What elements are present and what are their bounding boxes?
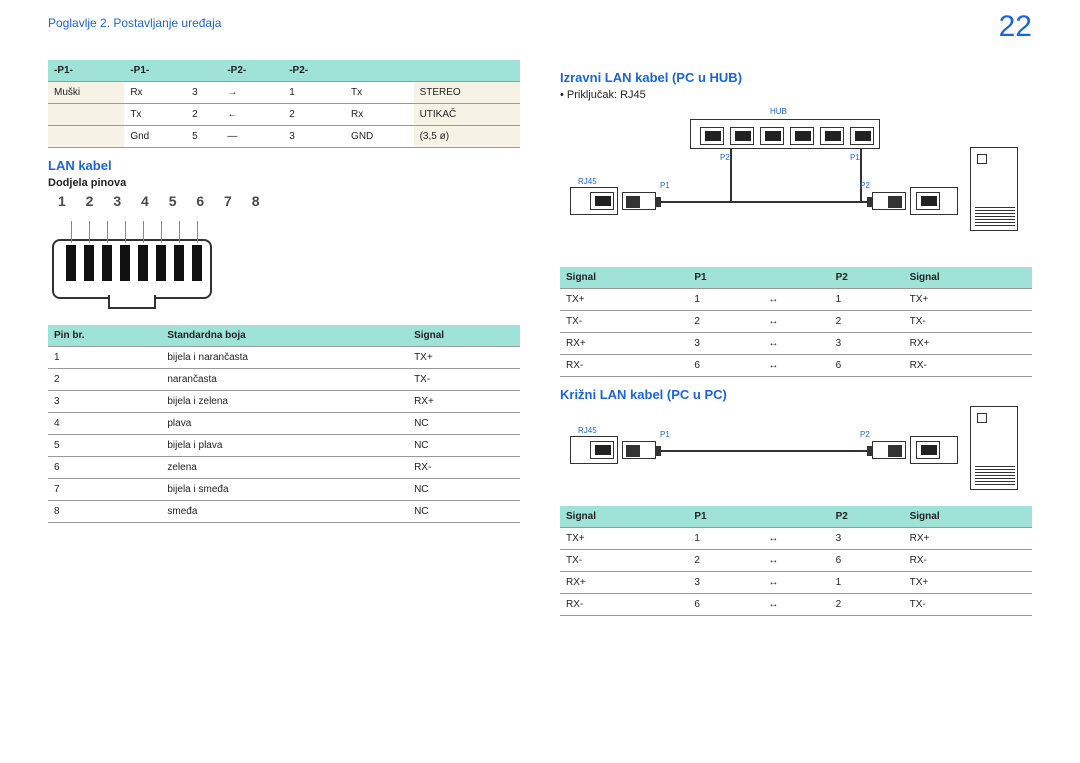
cross-lan-table: SignalP1P2Signal TX+1↔3RX+ TX-2↔6RX- RX+… (560, 506, 1032, 616)
direct-lan-diagram: HUB P2 P1 RJ45 P1 P2 (560, 107, 1032, 257)
chapter-label: Poglavlje 2. Postavljanje uređaja (48, 16, 221, 30)
p1-p2-table: -P1- -P1- -P2- -P2- MuškiRx3→1TxSTEREO T… (48, 60, 520, 148)
direct-lan-table: SignalP1P2Signal TX+1↔1TX+ TX-2↔2TX- RX+… (560, 267, 1032, 377)
connector-bullet: Priključak: RJ45 (560, 89, 1032, 101)
cross-lan-heading: Križni LAN kabel (PC u PC) (560, 387, 1032, 402)
pinout-table: Pin br. Standardna boja Signal 1bijela i… (48, 325, 520, 523)
rj45-connector-icon (48, 211, 218, 311)
lan-kabel-heading: LAN kabel (48, 158, 520, 173)
pin-assignment-heading: Dodjela pinova (48, 177, 520, 189)
direct-lan-heading: Izravni LAN kabel (PC u HUB) (560, 70, 1032, 85)
pin-numbers: 1 2 3 4 5 6 7 8 (58, 193, 520, 209)
cross-lan-diagram: RJ45 P1 P2 (560, 406, 1032, 496)
page-number: 22 (999, 10, 1032, 44)
